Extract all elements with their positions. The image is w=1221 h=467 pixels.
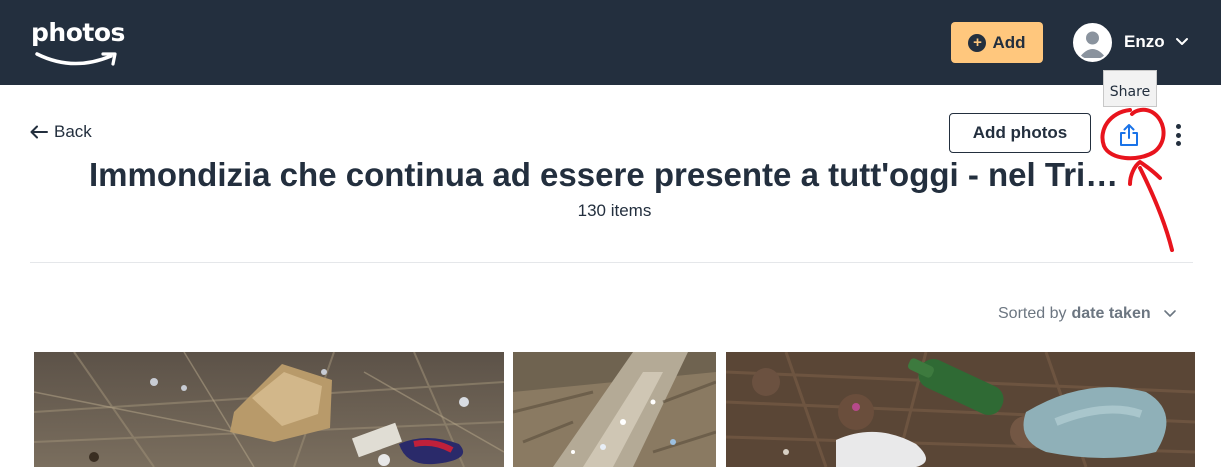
user-avatar-icon bbox=[1073, 22, 1112, 62]
top-navigation-bar: photos + Add Enzo bbox=[0, 0, 1221, 85]
sort-dropdown[interactable]: Sorted by date taken bbox=[998, 305, 1178, 323]
divider bbox=[30, 262, 1193, 263]
more-vertical-icon-dot bbox=[1175, 124, 1181, 129]
share-tooltip-text: Share bbox=[1109, 84, 1151, 100]
share-tooltip: Share bbox=[1103, 70, 1157, 107]
back-label: Back bbox=[54, 122, 92, 141]
logo-smile-icon bbox=[35, 52, 117, 66]
share-button[interactable] bbox=[1115, 120, 1143, 150]
trash-cardboard-image bbox=[34, 352, 504, 467]
amazon-photos-logo[interactable]: photos bbox=[31, 18, 131, 73]
trash-bottle-image bbox=[726, 352, 1195, 467]
add-button[interactable]: + Add bbox=[951, 22, 1043, 63]
add-photos-button[interactable]: Add photos bbox=[949, 113, 1091, 153]
plus-circle-icon: + bbox=[968, 33, 987, 52]
back-link[interactable]: Back bbox=[30, 122, 92, 142]
sort-value: date taken bbox=[1071, 305, 1151, 322]
photo-thumbnail[interactable] bbox=[34, 352, 504, 467]
more-options-button[interactable] bbox=[1170, 121, 1186, 149]
more-vertical-icon-dot bbox=[1175, 132, 1181, 138]
arrow-left-icon bbox=[30, 125, 48, 139]
sort-prefix: Sorted by bbox=[998, 305, 1067, 322]
trash-path-image bbox=[513, 352, 716, 467]
user-name: Enzo bbox=[1124, 32, 1165, 51]
chevron-down-icon bbox=[1163, 310, 1176, 317]
album-title: Immondizia che continua ad essere presen… bbox=[89, 156, 1119, 193]
photo-thumbnail[interactable] bbox=[726, 352, 1195, 467]
share-icon bbox=[1120, 124, 1138, 146]
user-menu[interactable]: Enzo bbox=[1073, 22, 1189, 62]
more-vertical-icon-dot bbox=[1175, 141, 1181, 146]
logo-text: photos bbox=[31, 18, 125, 47]
item-count: 130 items bbox=[577, 201, 652, 220]
chevron-down-icon bbox=[1175, 38, 1188, 45]
add-button-label: Add bbox=[992, 32, 1026, 52]
photo-thumbnail[interactable] bbox=[513, 352, 716, 467]
